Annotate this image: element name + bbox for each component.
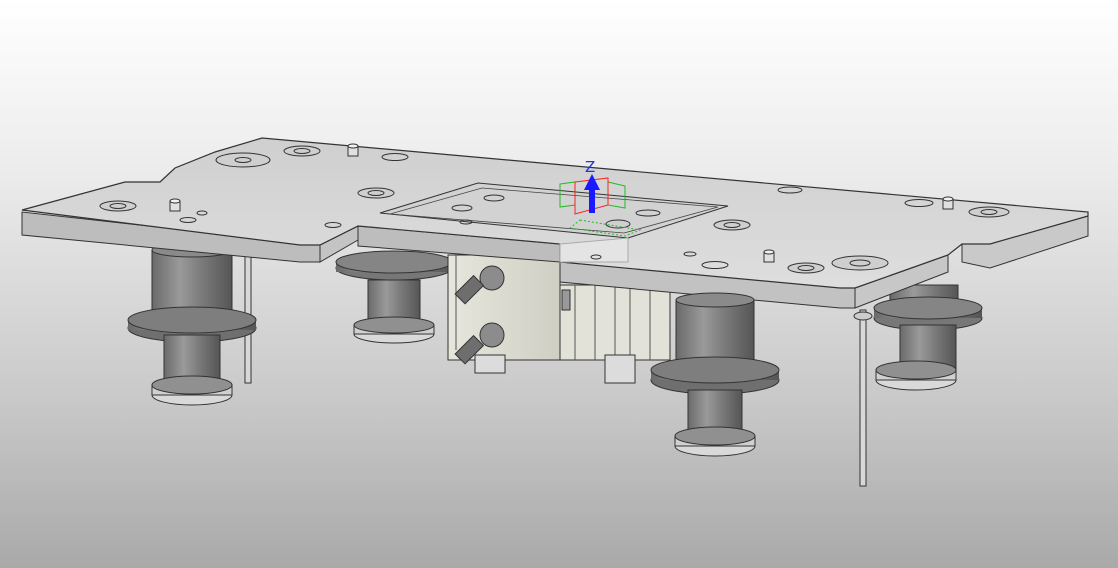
z-axis-label: Z [585,158,595,176]
guide-bushing[interactable] [873,284,983,391]
z-axis-arrow[interactable] [589,188,595,213]
dowel-pin[interactable] [347,143,359,157]
guide-bushing[interactable] [127,242,257,406]
dowel-pin[interactable] [169,198,181,212]
guide-bushing[interactable] [335,250,453,344]
dowel-pin[interactable] [942,196,954,210]
dowel-pin[interactable] [763,249,775,263]
cad-viewport[interactable]: Z [0,0,1118,568]
cad-scene[interactable]: Z [0,0,1118,568]
guide-rod[interactable] [853,309,873,487]
